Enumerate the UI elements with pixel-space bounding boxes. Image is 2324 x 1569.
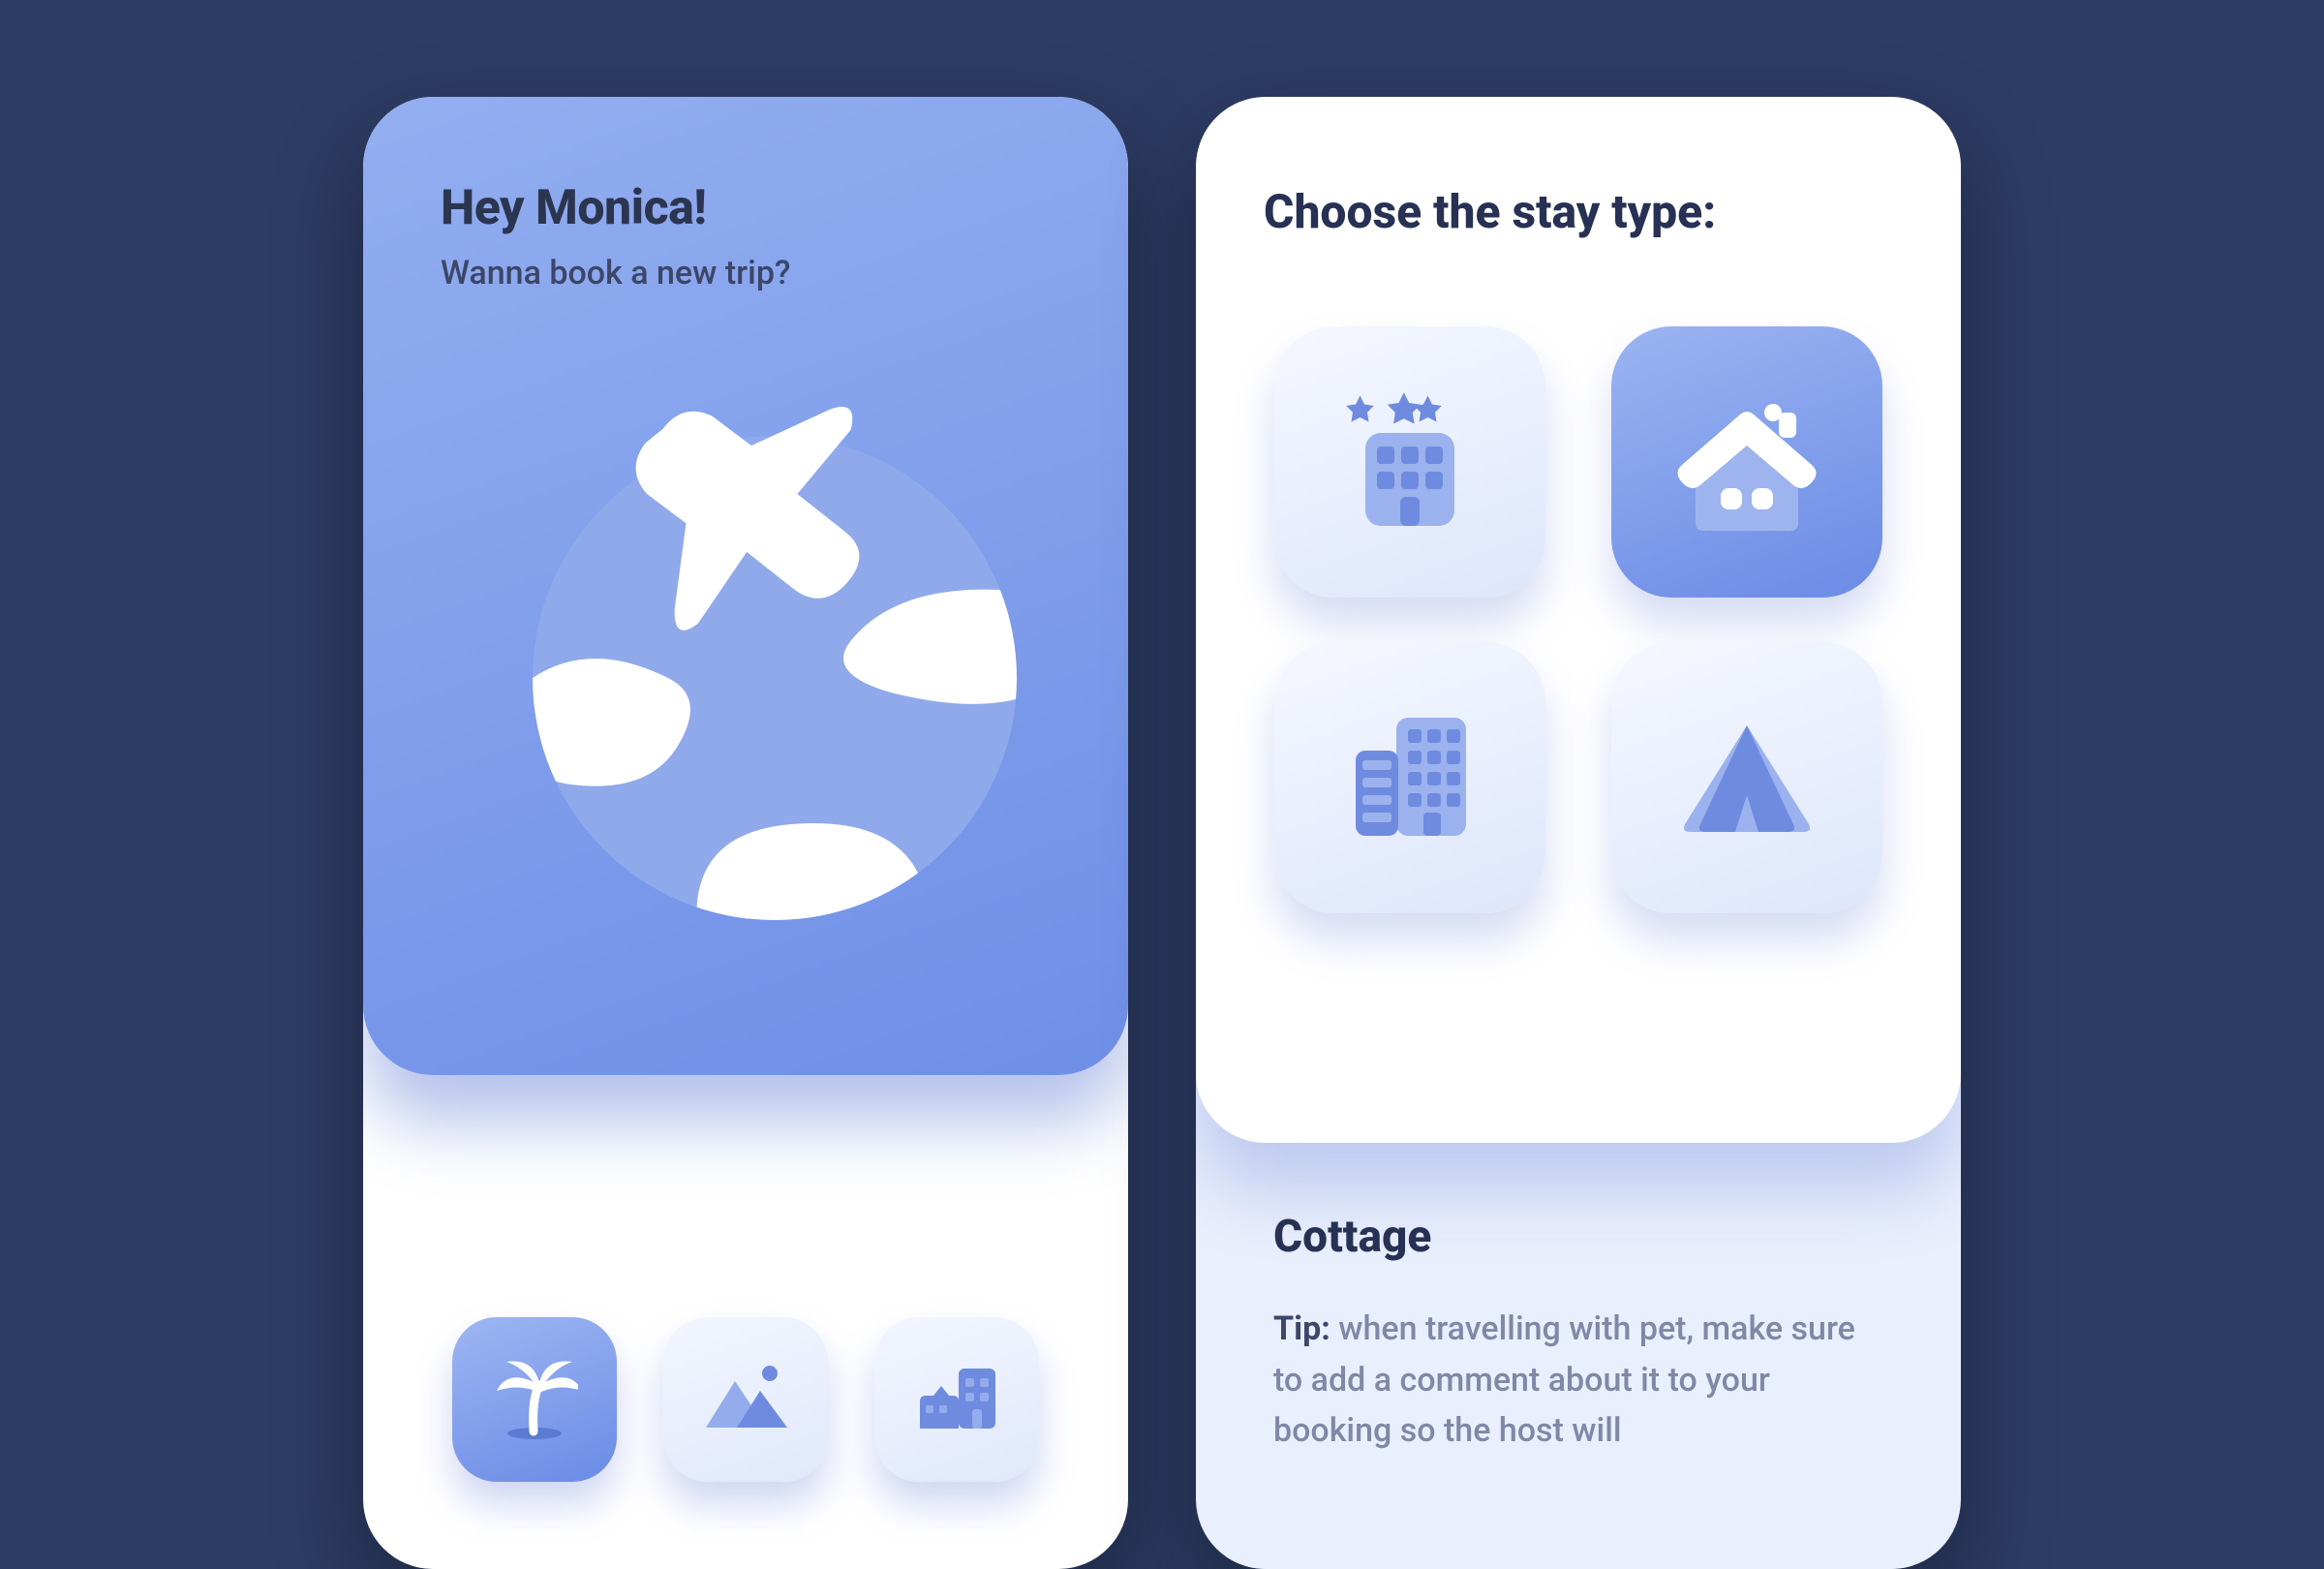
- tip-body: when travelling with pet, make sure to a…: [1273, 1309, 1855, 1450]
- stay-type-hotel[interactable]: [1274, 326, 1545, 598]
- category-mountains[interactable]: [663, 1317, 828, 1482]
- tip-label: Tip:: [1273, 1309, 1330, 1348]
- stay-type-tent[interactable]: [1611, 642, 1882, 913]
- screen-stay-type: Choose the stay type:: [1196, 97, 1961, 1569]
- palm-tree-icon: [491, 1354, 578, 1445]
- greeting-title: Hey Monica!: [441, 180, 1051, 236]
- cottage-icon: [1665, 378, 1829, 546]
- stay-type-cottage[interactable]: [1611, 326, 1882, 598]
- stay-type-grid: [1264, 326, 1893, 913]
- choose-title: Choose the stay type:: [1264, 184, 1893, 239]
- choose-card: Choose the stay type:: [1196, 97, 1961, 1143]
- stay-detail: Cottage Tip: when travelling with pet, m…: [1196, 1143, 1961, 1457]
- city-icon: [912, 1353, 1001, 1446]
- stay-detail-title: Cottage: [1273, 1211, 1883, 1263]
- category-beach[interactable]: [452, 1317, 617, 1482]
- apartment-icon: [1332, 698, 1487, 857]
- bottom-fade: [1196, 1501, 1961, 1569]
- hotel-icon: [1332, 383, 1487, 541]
- category-city[interactable]: [874, 1317, 1039, 1482]
- stay-type-apartment[interactable]: [1274, 642, 1545, 913]
- greeting-subtitle: Wanna book a new trip?: [441, 254, 1051, 292]
- screen-home: Hey Monica! Wanna book a new trip?: [363, 97, 1128, 1569]
- stay-detail-tip: Tip: when travelling with pet, make sure…: [1273, 1304, 1883, 1457]
- tent-icon: [1669, 698, 1824, 857]
- mountains-icon: [702, 1354, 789, 1445]
- hero-card: Hey Monica! Wanna book a new trip?: [363, 97, 1128, 1075]
- category-row: [452, 1317, 1039, 1482]
- globe-plane-icon: [474, 387, 1017, 930]
